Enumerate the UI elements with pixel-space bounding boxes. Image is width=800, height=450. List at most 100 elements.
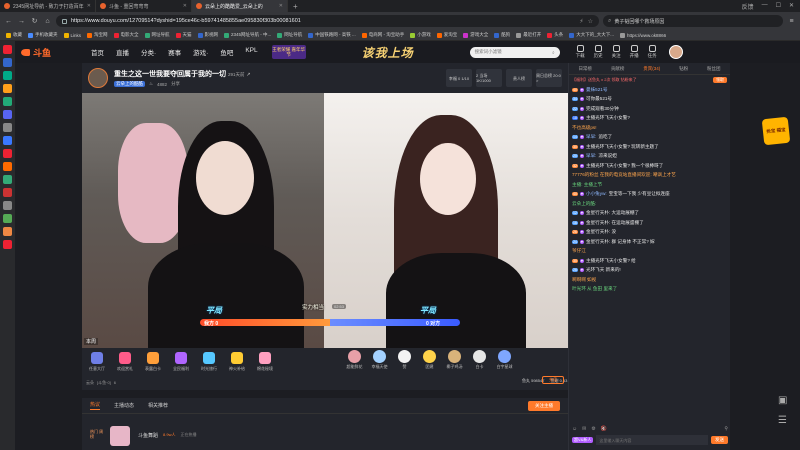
feedback-label[interactable]: 反馈 xyxy=(742,2,754,11)
bookmark-item[interactable]: 最近打开 xyxy=(514,32,543,38)
promo-badge[interactable]: 王者荣耀 嘉年华节 xyxy=(271,45,306,59)
chat-message[interactable]: 30 ♥ 主播光环飞天小女警? 玩转新主题了 xyxy=(572,142,727,152)
chat-message[interactable]: 14 ♥ 早早: 追吃了 xyxy=(572,133,727,143)
chat-message[interactable]: 40 ♥ 曼妹521号 xyxy=(572,85,727,95)
bookmark-item[interactable]: 2345网址导航 - 中... xyxy=(222,32,273,38)
sidebar-app-icon[interactable] xyxy=(3,97,12,106)
recharge-button[interactable]: 充值 xyxy=(542,376,564,384)
video-player[interactable]: 平局 平局 实力相当 02:53 我方 0 0 对方 本周 xyxy=(82,93,568,348)
chat-message[interactable]: 叶光环 从 鱼田 里来了 xyxy=(572,285,727,295)
home-icon[interactable]: ⌂ xyxy=(43,18,52,25)
gift-item[interactable]: 团建 xyxy=(419,350,440,370)
chat-message[interactable]: 22 ♥ 完成观看30分钟 xyxy=(572,104,727,114)
chat-tab[interactable]: 钻粉 xyxy=(679,66,688,72)
browser-tab[interactable]: 斗鱼 - 重回弯弯弯 ✕ xyxy=(96,0,192,12)
chat-message[interactable]: 16 ♥ 金星行天朴: 在运动展盛棚了 xyxy=(572,218,727,228)
treasure-box[interactable]: 抢宝 福宝 xyxy=(761,116,791,146)
chat-message[interactable]: 26 ♥ 光环飞天 新来的! xyxy=(572,266,727,276)
chat-username[interactable]: 曼妹521号 xyxy=(586,87,607,93)
gift-item[interactable]: 赞 xyxy=(394,350,415,370)
room-stat[interactable]: 2 当场 1K/1000 xyxy=(476,69,502,87)
new-tab-button[interactable]: + xyxy=(288,2,303,11)
streamer-tag[interactable]: 云朵上的酷酷 xyxy=(114,81,145,87)
chat-username[interactable]: 小小兔yw: xyxy=(586,191,607,197)
close-window-icon[interactable]: ✕ xyxy=(789,2,794,11)
follow-anchor-button[interactable]: 关注主播 xyxy=(528,400,560,411)
chat-tab[interactable]: 贡献榜 xyxy=(611,66,625,72)
header-tool[interactable]: 历史 xyxy=(594,45,603,59)
bookmark-item[interactable]: 手机收藏夹 xyxy=(26,32,60,38)
streamer-avatar[interactable] xyxy=(88,68,108,88)
nav-item[interactable]: KPL xyxy=(245,47,257,57)
close-icon[interactable]: ✕ xyxy=(279,3,283,9)
sidebar-app-icon[interactable] xyxy=(3,214,12,223)
activity-entry[interactable]: 欢迎赏礼 xyxy=(114,352,136,372)
bookmark-item[interactable]: Links xyxy=(62,32,84,38)
nav-item[interactable]: 游戏· xyxy=(193,47,208,57)
bookmark-item[interactable]: 收藏 xyxy=(4,32,24,38)
tab-hot[interactable]: 热议 xyxy=(90,401,101,410)
sidebar-app-icon[interactable] xyxy=(3,136,12,145)
sidebar-app-icon[interactable] xyxy=(3,45,12,54)
nav-item[interactable]: 直播 xyxy=(116,47,129,57)
gift-item[interactable]: 白宇星球 xyxy=(494,350,515,370)
bookmark-item[interactable]: 电影大全 xyxy=(112,32,141,38)
translate-icon[interactable]: ⚡ xyxy=(579,18,583,25)
star-icon[interactable]: ☆ xyxy=(588,18,593,25)
tab-related[interactable]: 相关推荐 xyxy=(148,402,168,409)
back-icon[interactable]: ← xyxy=(4,18,13,25)
chat-message[interactable]: 云朵上的酷: xyxy=(572,199,727,209)
notice-button[interactable]: 领取 xyxy=(713,77,727,83)
activity-entry[interactable]: 时光旅行 xyxy=(198,352,220,372)
list-icon[interactable]: ☰ xyxy=(778,415,792,429)
minimize-icon[interactable]: — xyxy=(762,2,768,11)
activity-entry[interactable]: 全民福利 xyxy=(170,352,192,372)
gift-item[interactable]: 超能鲜花 xyxy=(344,350,365,370)
bookmark-item[interactable]: 大大下的_大大下... xyxy=(567,32,616,38)
user-avatar[interactable] xyxy=(668,45,683,59)
sidebar-app-icon[interactable] xyxy=(3,201,12,210)
maximize-icon[interactable]: ☐ xyxy=(776,2,781,11)
sidebar-app-icon[interactable] xyxy=(3,71,12,80)
url-input[interactable]: https://www.douyu.com/12709514?dyshid=19… xyxy=(56,15,599,27)
bookmark-item[interactable]: https://www.ok8866 xyxy=(618,32,668,38)
bookmark-item[interactable]: 头条 xyxy=(545,32,565,38)
sidebar-app-icon[interactable] xyxy=(3,58,12,67)
chat-username[interactable]: 早早: xyxy=(586,153,596,159)
activity-entry[interactable]: 表露白卡 xyxy=(142,352,164,372)
chat-message[interactable]: 32 ♥ 主播光环飞天小女警? 我一个很棒呀了 xyxy=(572,161,727,171)
header-tool[interactable]: 开播 xyxy=(630,45,639,59)
mute-icon[interactable]: 🔇 xyxy=(601,426,607,432)
send-button[interactable]: 发送 xyxy=(711,436,728,444)
site-logo[interactable]: 斗鱼 xyxy=(21,46,81,59)
chat-message[interactable]: 24 ♥ 金星行天朴: 群 记身体 不正常? 嫁 xyxy=(572,237,727,247)
bookmark-item[interactable]: 中国铁路网 - 高铁 ... xyxy=(306,32,358,38)
nav-item[interactable]: 分类· xyxy=(141,47,156,57)
chat-username[interactable]: 早早: xyxy=(586,134,596,140)
reload-icon[interactable]: ↻ xyxy=(30,17,39,25)
sidebar-app-icon[interactable] xyxy=(3,149,12,158)
site-search-input[interactable]: 搜索词小滤镜 ⌕ xyxy=(469,46,560,58)
video-icon[interactable]: ▣ xyxy=(778,395,792,409)
chat-message[interactable]: 爷仔江 xyxy=(572,247,727,257)
emoji-icon[interactable]: ☺ xyxy=(572,426,577,432)
sidebar-app-icon[interactable] xyxy=(3,188,12,197)
share-link[interactable]: 分享 xyxy=(171,81,180,87)
gift-icon[interactable]: ✉ xyxy=(582,426,586,432)
bookmark-item[interactable]: 网址导航 xyxy=(143,32,172,38)
bookmark-item[interactable]: 电商网 - 淘宝助手 xyxy=(360,32,407,38)
close-icon[interactable]: ✕ xyxy=(183,3,187,9)
header-tool[interactable]: 任务 xyxy=(648,45,657,59)
bookmark-item[interactable]: 游戏大全 xyxy=(461,32,490,38)
chat-message[interactable]: 34 ♥ 可你最521号 xyxy=(572,95,727,105)
search-icon[interactable]: ⌕ xyxy=(552,50,555,55)
sidebar-app-icon[interactable] xyxy=(3,162,12,171)
chat-input[interactable] xyxy=(596,435,708,445)
menu-icon[interactable]: ≡ xyxy=(787,18,796,25)
bookmark-item[interactable]: 天猫 xyxy=(174,32,194,38)
sidebar-app-icon[interactable] xyxy=(3,227,12,236)
event-banner[interactable]: 该我上场 xyxy=(362,44,414,61)
chat-message[interactable]: 40 ♥ 小小兔yw: 宝宝等一下我 少有豆让拟连座 xyxy=(572,190,727,200)
room-stat[interactable]: 贵人榜 xyxy=(506,69,532,87)
sidebar-app-icon[interactable] xyxy=(3,123,12,132)
